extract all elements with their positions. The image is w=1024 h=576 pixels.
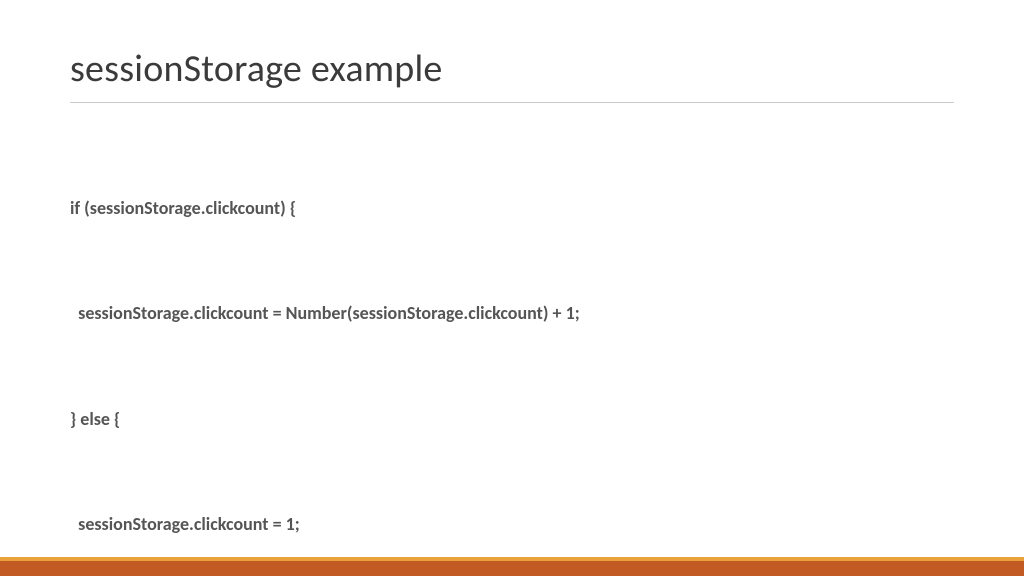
code-block: if (sessionStorage.clickcount) { session…	[70, 121, 954, 576]
slide-title: sessionStorage example	[70, 46, 954, 100]
code-line: sessionStorage.clickcount = Number(sessi…	[70, 296, 954, 331]
title-underline	[70, 102, 954, 103]
slide: sessionStorage example if (sessionStorag…	[0, 0, 1024, 576]
slide-footer-bar	[0, 557, 1024, 576]
code-line: } else {	[70, 402, 954, 437]
code-line: sessionStorage.clickcount = 1;	[70, 507, 954, 542]
code-line: if (sessionStorage.clickcount) {	[70, 191, 954, 226]
